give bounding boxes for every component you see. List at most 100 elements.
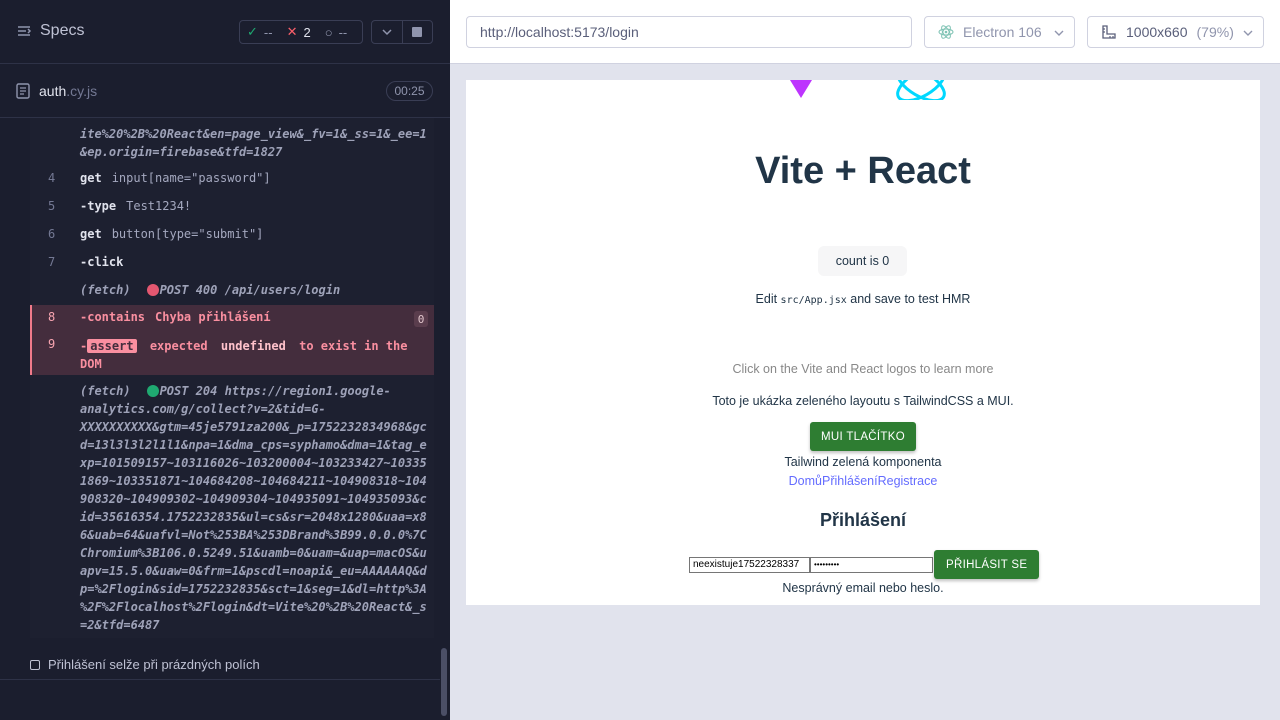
fetch-log-row[interactable]: (fetch) POST 204 https://region1.google- — [80, 382, 391, 400]
command-row[interactable]: 7 -click — [30, 248, 434, 276]
spec-file-ext: .cy.js — [66, 83, 98, 99]
command-row[interactable]: 6 get button[type="submit"] — [30, 220, 434, 248]
command-log[interactable]: ········································… — [30, 118, 434, 638]
viewport-selector[interactable]: 1000x660 (79%) — [1087, 16, 1264, 48]
login-heading: Přihlášení — [819, 510, 907, 530]
electron-icon — [938, 25, 954, 39]
command-number: 6 — [48, 227, 56, 241]
cypress-reporter: Specs ✓ -- ✕ 2 ○ -- auth.cy.js 00:25 ite… — [0, 0, 450, 720]
test-state-icon — [30, 659, 40, 670]
edit-hint-code: src/App.jsx — [780, 295, 847, 306]
ruler-icon — [1102, 25, 1116, 39]
chevron-down-icon — [1054, 30, 1064, 36]
viewport-size: 1000x660 — [1126, 24, 1188, 40]
toggle-options-button[interactable] — [372, 21, 402, 43]
viewport-zoom: (79%) — [1196, 24, 1234, 40]
log-fragment-top: ········································… — [80, 118, 412, 122]
edit-hint-pre: Edit — [755, 292, 781, 306]
specs-button[interactable]: Specs — [16, 22, 84, 40]
aut-header: http://localhost:5173/login Electron 106… — [450, 0, 1280, 64]
read-the-docs: Click on the Vite and React logos to lea… — [732, 362, 994, 376]
stop-icon — [412, 27, 423, 37]
failed-command-block[interactable]: 8 -contains Chyba přihlášení 0 9 - assert… — [30, 305, 434, 375]
run-controls — [371, 20, 433, 44]
test-stats: ✓ -- ✕ 2 ○ -- — [239, 20, 363, 44]
failed-count: 2 — [303, 24, 311, 40]
count-button[interactable]: count is 0 — [818, 246, 907, 276]
command-arg: input[name="password"] — [111, 171, 271, 185]
fetch-label: (fetch) — [80, 384, 131, 398]
reporter-header: Specs ✓ -- ✕ 2 ○ -- — [0, 0, 450, 64]
command-row-failed[interactable]: 8 -contains Chyba přihlášení — [32, 310, 434, 324]
command-name: get — [80, 171, 102, 185]
command-number: 7 — [48, 255, 56, 269]
test-title: Přihlášení selže při prázdných polích — [48, 657, 260, 672]
command-number: 8 — [48, 310, 56, 324]
login-form: neexistuje17522328337 ••••••••• PŘIHLÁSI… — [689, 550, 1040, 579]
assert-badge: assert — [87, 339, 137, 353]
document-icon — [16, 83, 30, 99]
spec-file-name: auth — [39, 83, 67, 99]
aut-panel: http://localhost:5173/login Electron 106… — [450, 0, 1280, 720]
fetch-label: (fetch) — [80, 283, 131, 297]
nav-link-register[interactable]: Registrace — [878, 474, 938, 488]
page-title: Vite + React — [755, 150, 971, 192]
pending-stat: ○ -- — [318, 25, 355, 40]
command-number: 5 — [48, 199, 56, 213]
url-bar[interactable]: http://localhost:5173/login — [466, 16, 912, 48]
chevron-down-icon — [382, 29, 392, 36]
pending-icon: ○ — [324, 24, 333, 40]
fetch-log-row[interactable]: (fetch) POST 400 /api/users/login — [80, 281, 340, 299]
assert-value: undefined — [220, 339, 286, 353]
command-arg: button[type="submit"] — [111, 227, 264, 241]
app-under-test: Vite + React count is 0 Edit src/App.jsx… — [466, 80, 1260, 605]
spec-timer: 00:25 — [386, 81, 433, 101]
mui-button[interactable]: MUI TLAČÍTKO — [810, 422, 916, 451]
nav-link-home[interactable]: Domů — [789, 474, 822, 488]
email-input[interactable]: neexistuje17522328337 — [689, 556, 810, 573]
vite-logo-icon[interactable] — [789, 80, 813, 98]
spec-file[interactable]: auth.cy.js — [16, 83, 97, 99]
react-logo-icon[interactable] — [891, 80, 951, 100]
nav-link-login[interactable]: Přihlášení — [822, 474, 878, 488]
command-arg: Chyba přihlášení — [155, 310, 271, 324]
command-name: get — [80, 227, 102, 241]
check-icon: ✓ — [247, 24, 258, 39]
test-item[interactable]: Přihlášení selže při prázdných polích — [0, 650, 440, 680]
log-fragment: ite%20%2B%20React&en=page_view&_fv=1&_ss… — [80, 127, 427, 159]
edit-hint: Edit src/App.jsx and save to test HMR — [466, 292, 1260, 306]
command-name: -click — [80, 255, 124, 269]
browser-name: Electron 106 — [963, 24, 1042, 40]
command-name: -type — [80, 199, 117, 213]
pending-count: -- — [338, 24, 348, 40]
nav-links: DomůPřihlášeníRegistrace — [466, 474, 1260, 488]
password-input[interactable]: ••••••••• — [810, 556, 933, 573]
command-name: -contains — [80, 310, 146, 324]
edit-hint-post: and save to test HMR — [846, 292, 971, 306]
status-dot-icon — [146, 385, 159, 397]
command-row[interactable]: 4 get input[name="password"] — [30, 164, 434, 192]
spec-bar: auth.cy.js — [0, 64, 450, 118]
specs-list-icon — [18, 26, 32, 36]
assert-row-failed[interactable]: 9 - assert expected undefined to exist in… — [32, 337, 434, 373]
intro-text: Toto je ukázka zeleného layoutu s Tailwi… — [712, 394, 1014, 408]
failed-stat: ✕ 2 — [280, 24, 318, 40]
x-icon: ✕ — [286, 24, 298, 39]
assert-end: DOM — [80, 357, 102, 371]
command-number: 4 — [48, 171, 56, 185]
command-number: 9 — [48, 337, 56, 351]
stop-button[interactable] — [401, 21, 432, 43]
passed-stat: ✓ -- — [240, 24, 280, 40]
command-arg: Test1234! — [126, 199, 192, 213]
fetch-text-continued: analytics.com/g/collect?v=2&tid=G- XXXXX… — [80, 402, 427, 632]
tailwind-component: Tailwind zelená komponenta — [784, 455, 942, 469]
chevron-down-icon — [1243, 30, 1253, 36]
scrollbar-thumb[interactable] — [441, 648, 447, 716]
login-error-message: Nesprávný email nebo heslo. — [782, 581, 944, 595]
login-submit-button[interactable]: PŘIHLÁSIT SE — [934, 550, 1040, 579]
command-row[interactable]: 5 -type Test1234! — [30, 192, 434, 220]
browser-selector[interactable]: Electron 106 — [924, 16, 1075, 48]
passed-count: -- — [263, 24, 273, 40]
fetch-text: POST 204 https://region1.google- — [159, 384, 391, 398]
status-dot-icon — [146, 284, 159, 296]
